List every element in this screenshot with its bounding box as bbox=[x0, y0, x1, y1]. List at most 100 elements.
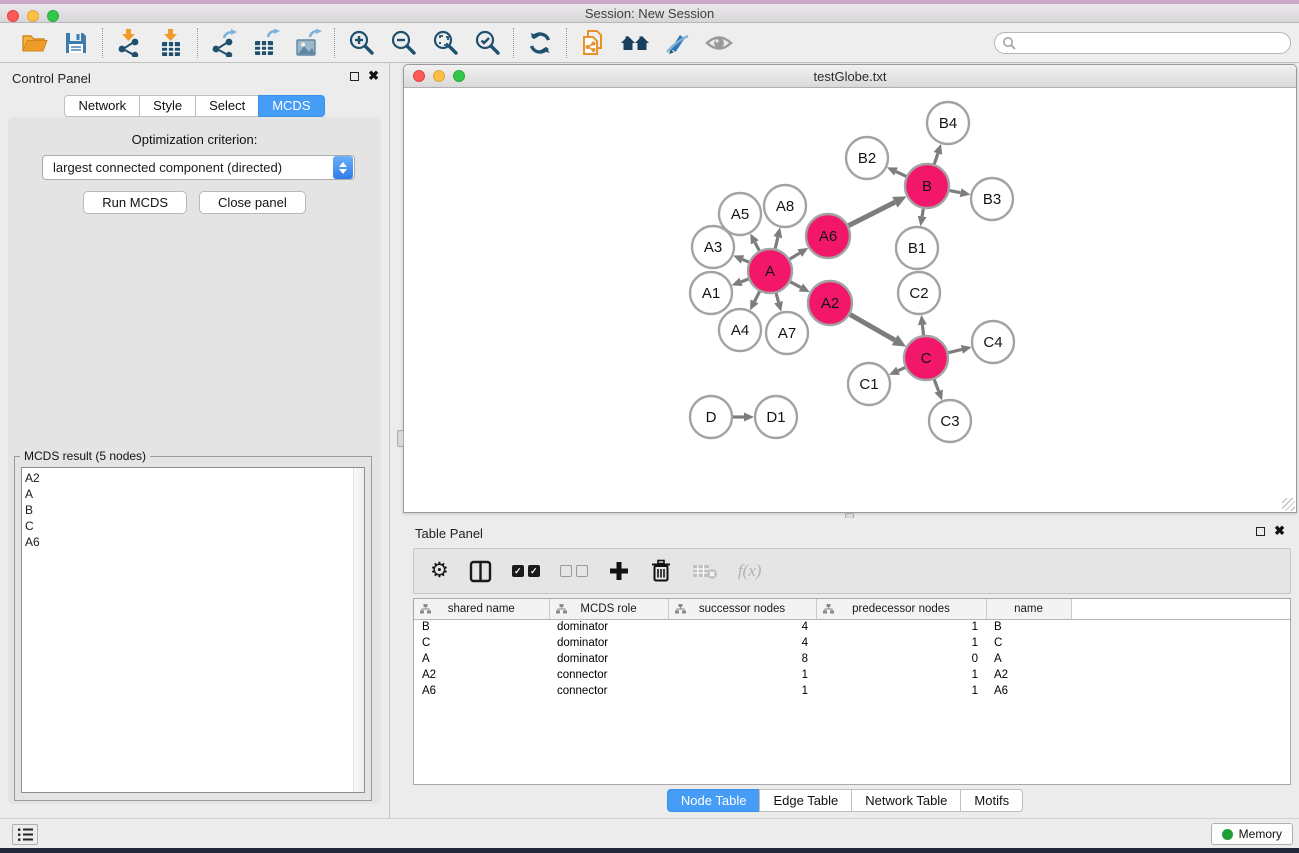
table-row[interactable]: A6connector11A6 bbox=[414, 683, 1290, 699]
edge-A-A5[interactable] bbox=[755, 242, 759, 250]
show-panel-list-button[interactable] bbox=[12, 824, 38, 845]
edge-A-A4[interactable] bbox=[755, 292, 760, 302]
zoom-in-button[interactable] bbox=[345, 27, 377, 59]
tab-style[interactable]: Style bbox=[139, 95, 196, 117]
splitter-handle[interactable] bbox=[397, 430, 404, 447]
show-graphics-details-button[interactable] bbox=[703, 27, 735, 59]
tab-network[interactable]: Network bbox=[64, 95, 140, 117]
column-header-predecessor-nodes[interactable]: predecessor nodes bbox=[816, 599, 986, 619]
tab-edge-table[interactable]: Edge Table bbox=[759, 789, 852, 812]
network-window-titlebar[interactable]: testGlobe.txt bbox=[404, 65, 1296, 88]
node-table-container[interactable]: shared nameMCDS rolesuccessor nodesprede… bbox=[413, 598, 1291, 785]
edge-A2-C[interactable] bbox=[850, 314, 895, 340]
table-cell[interactable]: C bbox=[414, 635, 549, 651]
add-column-button[interactable] bbox=[608, 556, 630, 586]
table-row[interactable]: Bdominator41B bbox=[414, 619, 1290, 635]
table-cell[interactable]: dominator bbox=[549, 619, 668, 635]
zoom-selected-button[interactable] bbox=[471, 27, 503, 59]
edge-A-A6[interactable] bbox=[790, 253, 800, 259]
table-cell[interactable]: dominator bbox=[549, 651, 668, 667]
delete-table-button[interactable] bbox=[692, 556, 718, 586]
column-header-MCDS-role[interactable]: MCDS role bbox=[549, 599, 668, 619]
table-cell[interactable]: A2 bbox=[986, 667, 1071, 683]
home-button[interactable] bbox=[619, 27, 651, 59]
export-table-button[interactable] bbox=[250, 27, 282, 59]
select-all-columns-button[interactable]: ✓✓ bbox=[512, 556, 540, 586]
zoom-window-button[interactable] bbox=[47, 10, 59, 22]
table-cell[interactable]: 1 bbox=[668, 683, 816, 699]
open-session-button[interactable] bbox=[18, 27, 50, 59]
close-table-panel-icon[interactable]: ✖ bbox=[1274, 526, 1285, 536]
close-window-button[interactable] bbox=[7, 10, 19, 22]
tab-motifs[interactable]: Motifs bbox=[960, 789, 1023, 812]
criterion-dropdown[interactable]: largest connected component (directed) bbox=[42, 155, 355, 180]
table-cell[interactable]: connector bbox=[549, 683, 668, 699]
edge-C-C1[interactable] bbox=[898, 368, 905, 371]
edge-A6-B[interactable] bbox=[849, 202, 895, 225]
export-image-button[interactable] bbox=[292, 27, 324, 59]
tab-select[interactable]: Select bbox=[195, 95, 259, 117]
column-header-name[interactable]: name bbox=[986, 599, 1071, 619]
mcds-result-item[interactable]: A6 bbox=[25, 534, 364, 550]
mcds-result-item[interactable]: A2 bbox=[25, 470, 364, 486]
table-cell[interactable]: 4 bbox=[668, 635, 816, 651]
table-cell[interactable]: B bbox=[986, 619, 1071, 635]
network-canvas[interactable]: B4B2BB3A8A5A6A3B1AA1C2A2A4A7C4CC1DD1C3 bbox=[404, 88, 1296, 512]
list-scrollbar[interactable] bbox=[353, 468, 364, 792]
table-cell[interactable]: 8 bbox=[668, 651, 816, 667]
hide-annotations-button[interactable] bbox=[661, 27, 693, 59]
table-cell[interactable]: A bbox=[414, 651, 549, 667]
delete-column-button[interactable] bbox=[650, 556, 672, 586]
table-cell[interactable]: B bbox=[414, 619, 549, 635]
table-cell[interactable]: connector bbox=[549, 667, 668, 683]
run-mcds-button[interactable]: Run MCDS bbox=[83, 191, 187, 214]
column-layout-button[interactable] bbox=[469, 556, 492, 586]
table-cell[interactable]: A bbox=[986, 651, 1071, 667]
table-cell[interactable]: 4 bbox=[668, 619, 816, 635]
column-header-shared-name[interactable]: shared name bbox=[414, 599, 549, 619]
table-row[interactable]: Cdominator41C bbox=[414, 635, 1290, 651]
table-cell[interactable]: 1 bbox=[816, 619, 986, 635]
edge-B-B4[interactable] bbox=[934, 153, 938, 164]
mcds-result-item[interactable]: B bbox=[25, 502, 364, 518]
edge-C-C2[interactable] bbox=[922, 325, 923, 335]
edge-A-A2[interactable] bbox=[790, 282, 801, 288]
tab-mcds[interactable]: MCDS bbox=[258, 95, 324, 117]
table-cell[interactable]: C bbox=[986, 635, 1071, 651]
table-cell[interactable]: 0 bbox=[816, 651, 986, 667]
memory-button[interactable]: Memory bbox=[1211, 823, 1293, 845]
table-cell[interactable]: A6 bbox=[414, 683, 549, 699]
minimize-window-button[interactable] bbox=[27, 10, 39, 22]
refresh-view-button[interactable] bbox=[524, 27, 556, 59]
edge-A-A8[interactable] bbox=[775, 237, 778, 248]
deselect-all-columns-button[interactable] bbox=[560, 556, 588, 586]
edge-B-B1[interactable] bbox=[922, 209, 923, 217]
save-session-button[interactable] bbox=[60, 27, 92, 59]
table-cell[interactable]: A2 bbox=[414, 667, 549, 683]
float-table-panel-icon[interactable] bbox=[1256, 527, 1265, 536]
close-panel-icon[interactable]: ✖ bbox=[368, 71, 379, 81]
network-snapshot-button[interactable] bbox=[577, 27, 609, 59]
network-graph[interactable]: B4B2BB3A8A5A6A3B1AA1C2A2A4A7C4CC1DD1C3 bbox=[404, 88, 1296, 512]
mcds-result-listbox[interactable]: A2ABCA6 bbox=[21, 467, 365, 793]
edge-A-A1[interactable] bbox=[741, 279, 748, 282]
mcds-result-item[interactable]: A bbox=[25, 486, 364, 502]
table-cell[interactable]: 1 bbox=[668, 667, 816, 683]
table-row[interactable]: Adominator80A bbox=[414, 651, 1290, 667]
import-network-button[interactable] bbox=[113, 27, 145, 59]
minimize-network-window-button[interactable] bbox=[433, 70, 445, 82]
table-cell[interactable]: A6 bbox=[986, 683, 1071, 699]
tab-node-table[interactable]: Node Table bbox=[667, 789, 761, 812]
edge-C-C4[interactable] bbox=[948, 349, 962, 352]
search-input[interactable] bbox=[1016, 34, 1290, 52]
edge-A-A7[interactable] bbox=[776, 293, 778, 302]
close-network-window-button[interactable] bbox=[413, 70, 425, 82]
edge-B-B2[interactable] bbox=[896, 172, 906, 177]
tab-network-table[interactable]: Network Table bbox=[851, 789, 961, 812]
column-header-successor-nodes[interactable]: successor nodes bbox=[668, 599, 816, 619]
close-panel-button[interactable]: Close panel bbox=[199, 191, 306, 214]
table-cell[interactable]: 1 bbox=[816, 667, 986, 683]
function-builder-button[interactable]: f(x) bbox=[738, 556, 762, 586]
mcds-result-item[interactable]: C bbox=[25, 518, 364, 534]
table-cell[interactable]: 1 bbox=[816, 635, 986, 651]
